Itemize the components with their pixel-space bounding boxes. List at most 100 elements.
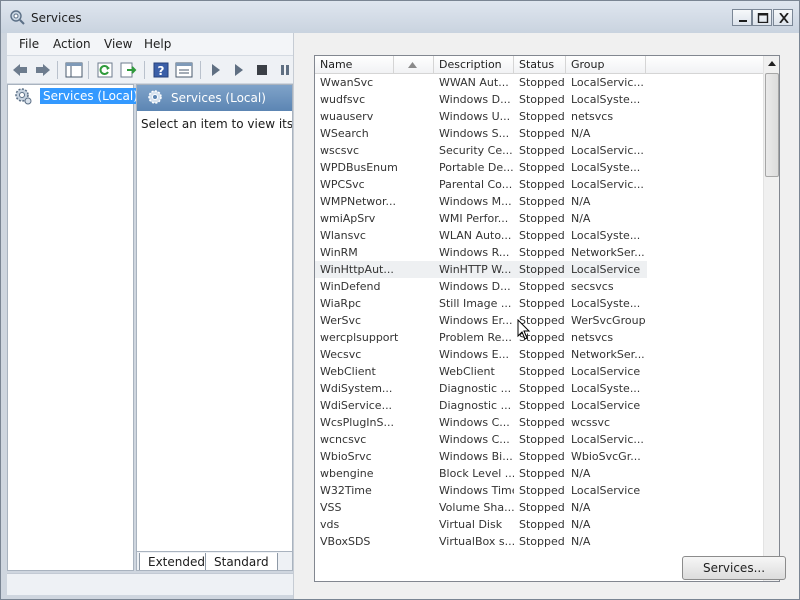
cell-description: Still Image ... (439, 297, 512, 310)
column-header-sort[interactable] (394, 56, 434, 74)
list-row[interactable]: WMPNetwor... Windows M... Stopped N/A (315, 193, 647, 210)
cell-group: LocalService (571, 399, 641, 412)
list-row[interactable]: WcsPlugInS... Windows C... Stopped wcssvc (315, 414, 647, 431)
cell-group: LocalSyste... (571, 382, 641, 395)
cell-status: Stopped (519, 416, 565, 429)
cell-group: LocalServic... (571, 178, 644, 191)
details-description: Select an item to view its des (141, 117, 293, 131)
pause-service-icon[interactable] (276, 61, 294, 79)
cell-name: wmiApSrv (320, 212, 376, 225)
properties-icon[interactable] (175, 61, 193, 79)
list-row[interactable]: WinDefend Windows D... Stopped secsvcs (315, 278, 647, 295)
cell-description: WWAN Aut... (439, 76, 509, 89)
list-row[interactable]: wercplsupport Problem Re... Stopped netsvcs (315, 329, 647, 346)
tree-node-label[interactable]: Services (Local) (40, 88, 141, 104)
list-row[interactable]: WbioSrvc Windows Bi... Stopped WbioSvcGr... (315, 448, 647, 465)
list-row[interactable]: WdiSystem... Diagnostic ... Stopped LocalSy… (315, 380, 647, 397)
cell-status: Stopped (519, 467, 565, 480)
start-service-icon[interactable] (230, 61, 248, 79)
cell-name: WMPNetwor... (320, 195, 397, 208)
cell-status: Stopped (519, 110, 565, 123)
list-row[interactable]: VSS Volume Sha... Stopped N/A (315, 499, 647, 516)
cell-description: Virtual Disk (439, 518, 503, 531)
services-gear-icon (14, 87, 32, 105)
refresh-icon[interactable] (96, 61, 114, 79)
column-header-group[interactable]: Group (566, 56, 646, 74)
cell-description: Windows C... (439, 416, 510, 429)
list-row[interactable]: vds Virtual Disk Stopped N/A (315, 516, 647, 533)
cell-name: WinRM (320, 246, 358, 259)
back-arrow-icon[interactable] (11, 61, 29, 79)
start-service-icon[interactable] (207, 61, 225, 79)
cell-status: Stopped (519, 382, 565, 395)
list-row[interactable]: Wecsvc Windows E... Stopped NetworkSer... (315, 346, 647, 363)
list-row[interactable]: WiaRpc Still Image ... Stopped LocalSyste..… (315, 295, 647, 312)
cell-status: Stopped (519, 280, 565, 293)
menu-view[interactable]: View (104, 37, 132, 51)
menu-file[interactable]: File (19, 37, 39, 51)
list-row[interactable]: wcncsvc Windows C... Stopped LocalServic... (315, 431, 647, 448)
list-row[interactable]: WSearch Windows S... Stopped N/A (315, 125, 647, 142)
cell-description: Windows D... (439, 93, 511, 106)
column-header-description[interactable]: Description (434, 56, 514, 74)
services-list[interactable]: Name Description Status Group WwanSvc WWA… (314, 55, 780, 582)
scroll-up-arrow-icon[interactable] (764, 56, 779, 72)
cell-description: Windows Bi... (439, 450, 513, 463)
menu-bar: File Action View Help (7, 33, 293, 55)
cell-description: VirtualBox s... (439, 535, 514, 548)
menu-help[interactable]: Help (144, 37, 171, 51)
cell-status: Stopped (519, 161, 565, 174)
list-row[interactable]: WinRM Windows R... Stopped NetworkSer... (315, 244, 647, 261)
column-header-name[interactable]: Name (315, 56, 394, 74)
list-row[interactable]: WinHttpAut... WinHTTP W... Stopped LocalSer… (315, 261, 647, 278)
cell-group: NetworkSer... (571, 246, 645, 259)
maximize-button[interactable] (752, 9, 772, 26)
list-row[interactable]: wuauserv Windows U... Stopped netsvcs (315, 108, 647, 125)
list-row[interactable]: WebClient WebClient Stopped LocalService (315, 363, 647, 380)
cell-name: WinHttpAut... (320, 263, 394, 276)
cell-group: N/A (571, 518, 591, 531)
cell-description: WebClient (439, 365, 495, 378)
column-header-status[interactable]: Status (514, 56, 566, 74)
cell-status: Stopped (519, 518, 565, 531)
scrollbar-thumb[interactable] (765, 73, 779, 177)
cell-group: NetworkSer... (571, 348, 645, 361)
cell-status: Stopped (519, 195, 565, 208)
stop-service-icon[interactable] (253, 61, 271, 79)
list-row[interactable]: WdiService... Diagnostic ... Stopped LocalS… (315, 397, 647, 414)
status-bar (7, 573, 293, 595)
cell-status: Stopped (519, 450, 565, 463)
services-gear-icon (147, 89, 165, 107)
list-row[interactable]: W32Time Windows Time Stopped LocalService (315, 482, 647, 499)
vertical-scrollbar[interactable] (763, 56, 779, 581)
list-row[interactable]: wbengine Block Level ... Stopped N/A (315, 465, 647, 482)
list-row[interactable]: WPCSvc Parental Co... Stopped LocalServic..… (315, 176, 647, 193)
list-row[interactable]: Wlansvc WLAN Auto... Stopped LocalSyste... (315, 227, 647, 244)
cell-name: WebClient (320, 365, 376, 378)
cell-description: Windows M... (439, 195, 512, 208)
export-list-icon[interactable] (119, 61, 137, 79)
list-row[interactable]: WPDBusEnum Portable De... Stopped LocalSyst… (315, 159, 647, 176)
show-hide-console-tree-icon[interactable] (65, 61, 83, 79)
services-button[interactable]: Services... (682, 556, 786, 580)
tab-extended[interactable]: Extended (139, 553, 214, 570)
cell-name: WSearch (320, 127, 369, 140)
cell-description: WMI Perfor... (439, 212, 509, 225)
menu-action[interactable]: Action (53, 37, 91, 51)
cell-group: secsvcs (571, 280, 614, 293)
minimize-button[interactable] (732, 9, 752, 26)
help-icon[interactable]: ? (152, 61, 170, 79)
cell-description: Windows R... (439, 246, 510, 259)
list-row[interactable]: WwanSvc WWAN Aut... Stopped LocalServic... (315, 74, 647, 91)
close-button[interactable] (773, 9, 793, 26)
list-row[interactable]: wudfsvc Windows D... Stopped LocalSyste... (315, 91, 647, 108)
list-row[interactable]: VBoxSDS VirtualBox s... Stopped N/A (315, 533, 647, 550)
title-bar[interactable]: Services (1, 1, 799, 33)
cell-group: N/A (571, 127, 591, 140)
list-row[interactable]: wscsvc Security Ce... Stopped LocalServic..… (315, 142, 647, 159)
forward-arrow-icon[interactable] (34, 61, 52, 79)
list-row[interactable]: wmiApSrv WMI Perfor... Stopped N/A (315, 210, 647, 227)
cell-name: WerSvc (320, 314, 362, 327)
list-row[interactable]: WerSvc Windows Er... Stopped WerSvcGroup (315, 312, 647, 329)
tab-standard[interactable]: Standard (205, 553, 278, 570)
